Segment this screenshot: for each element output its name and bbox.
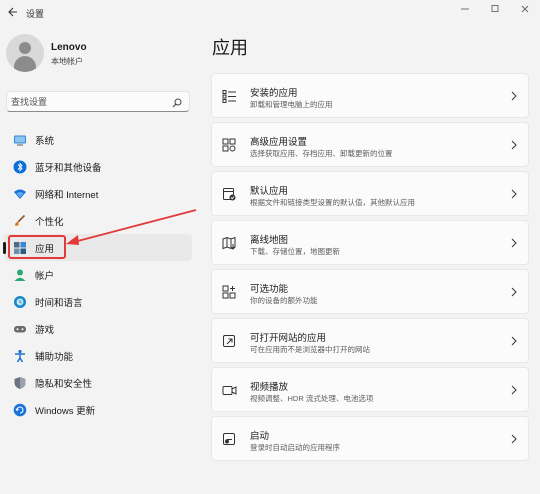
chevron-right-icon <box>511 189 517 199</box>
sidebar-item-personalization[interactable]: 个性化 <box>4 207 192 234</box>
sidebar-item-accounts[interactable]: 帐户 <box>4 261 192 288</box>
avatar <box>6 34 44 72</box>
sidebar-item-label: 蓝牙和其他设备 <box>35 162 102 174</box>
search-box[interactable] <box>6 91 190 112</box>
card-subtitle: 根据文件和链接类型设置的默认值，其他默认应用 <box>250 198 415 207</box>
offline-maps-icon <box>222 236 237 251</box>
sidebar-item-apps[interactable]: 应用 <box>3 234 192 261</box>
card-title: 离线地图 <box>250 235 289 246</box>
card-title: 安装的应用 <box>250 88 298 99</box>
sidebar-item-label: 游戏 <box>35 324 55 336</box>
maximize-icon[interactable] <box>480 0 510 18</box>
brush-icon <box>13 214 27 228</box>
video-playback-icon <box>222 383 237 398</box>
globe-clock-icon <box>13 295 27 309</box>
sidebar-item-accessibility[interactable]: 辅助功能 <box>4 342 192 369</box>
search-input[interactable] <box>11 95 161 109</box>
page-title: 应用 <box>212 38 248 58</box>
user-profile[interactable]: Lenovo 本地帐户 <box>6 34 196 74</box>
card-optional-features[interactable]: 可选功能 你的设备的额外功能 <box>211 269 529 314</box>
sidebar-item-windows-update[interactable]: Windows 更新 <box>4 396 192 423</box>
sidebar-item-gaming[interactable]: 游戏 <box>4 315 192 342</box>
wifi-icon <box>13 187 27 201</box>
settings-card-list: 安装的应用 卸载和管理电脑上的应用 高级应用设置 选择获取应用、存档应用、卸载更… <box>211 73 529 465</box>
sidebar-item-label: 帐户 <box>35 270 55 282</box>
default-apps-icon <box>222 187 237 202</box>
card-subtitle: 选择获取应用、存档应用、卸载更新的位置 <box>250 149 393 158</box>
chevron-right-icon <box>511 91 517 101</box>
card-video-playback[interactable]: 视频播放 视频调整、HDR 流式处理、电池选项 <box>211 367 529 412</box>
card-offline-maps[interactable]: 离线地图 下载、存储位置，地图更新 <box>211 220 529 265</box>
card-subtitle: 视频调整、HDR 流式处理、电池选项 <box>250 394 374 403</box>
sidebar-item-system[interactable]: 系统 <box>4 126 192 153</box>
shield-icon <box>13 376 27 390</box>
account-type: 本地帐户 <box>51 57 83 66</box>
back-arrow-icon[interactable] <box>6 6 20 20</box>
update-icon <box>13 403 27 417</box>
sidebar-item-bluetooth[interactable]: 蓝牙和其他设备 <box>4 153 192 180</box>
card-subtitle: 可在应用而不是浏览器中打开的网站 <box>250 345 370 354</box>
sidebar-item-label: 辅助功能 <box>35 351 74 363</box>
chevron-right-icon <box>511 385 517 395</box>
window-title: 设置 <box>26 9 45 19</box>
sidebar-item-network[interactable]: 网络和 Internet <box>4 180 192 207</box>
chevron-right-icon <box>511 287 517 297</box>
installed-apps-icon <box>222 89 237 104</box>
title-bar: 设置 <box>0 0 540 28</box>
sidebar-nav: 系统 蓝牙和其他设备 网络和 Internet 个性化 应用 帐户 时间和语言 … <box>0 126 196 423</box>
card-title: 视频播放 <box>250 382 289 393</box>
sidebar-item-label: 系统 <box>35 135 55 147</box>
sidebar-item-label: 个性化 <box>35 216 64 228</box>
user-name: Lenovo <box>51 42 87 53</box>
accessibility-icon <box>13 349 27 363</box>
sidebar-item-label: 隐私和安全性 <box>35 378 93 390</box>
card-title: 启动 <box>250 431 270 442</box>
apps-for-websites-icon <box>222 334 237 349</box>
card-advanced-app-settings[interactable]: 高级应用设置 选择获取应用、存档应用、卸载更新的位置 <box>211 122 529 167</box>
system-icon <box>13 133 27 147</box>
card-apps-for-websites[interactable]: 可打开网站的应用 可在应用而不是浏览器中打开的网站 <box>211 318 529 363</box>
card-title: 可选功能 <box>250 284 289 295</box>
account-icon <box>13 268 27 282</box>
startup-icon <box>222 432 237 447</box>
minimize-icon[interactable] <box>450 0 480 18</box>
card-subtitle: 你的设备的额外功能 <box>250 296 318 305</box>
sidebar-item-label: 时间和语言 <box>35 297 83 309</box>
card-startup[interactable]: 启动 登录时自动启动的应用程序 <box>211 416 529 461</box>
window-controls <box>450 0 540 18</box>
sidebar-item-time-language[interactable]: 时间和语言 <box>4 288 192 315</box>
apps-icon <box>13 241 27 255</box>
card-title: 高级应用设置 <box>250 137 308 148</box>
sidebar-item-label: Windows 更新 <box>35 405 96 417</box>
bluetooth-icon <box>13 160 27 174</box>
card-title: 默认应用 <box>250 186 289 197</box>
sidebar-item-label: 应用 <box>35 243 55 255</box>
search-icon[interactable] <box>171 96 183 108</box>
card-installed-apps[interactable]: 安装的应用 卸载和管理电脑上的应用 <box>211 73 529 118</box>
card-subtitle: 登录时自动启动的应用程序 <box>250 443 340 452</box>
card-default-apps[interactable]: 默认应用 根据文件和链接类型设置的默认值，其他默认应用 <box>211 171 529 216</box>
card-subtitle: 下载、存储位置，地图更新 <box>250 247 340 256</box>
advanced-apps-icon <box>222 138 237 153</box>
close-icon[interactable] <box>510 0 540 18</box>
optional-features-icon <box>222 285 237 300</box>
sidebar-item-privacy[interactable]: 隐私和安全性 <box>4 369 192 396</box>
chevron-right-icon <box>511 336 517 346</box>
chevron-right-icon <box>511 140 517 150</box>
card-title: 可打开网站的应用 <box>250 333 327 344</box>
card-subtitle: 卸载和管理电脑上的应用 <box>250 100 333 109</box>
chevron-right-icon <box>511 238 517 248</box>
gamepad-icon <box>13 322 27 336</box>
sidebar-item-label: 网络和 Internet <box>35 189 99 201</box>
chevron-right-icon <box>511 434 517 444</box>
